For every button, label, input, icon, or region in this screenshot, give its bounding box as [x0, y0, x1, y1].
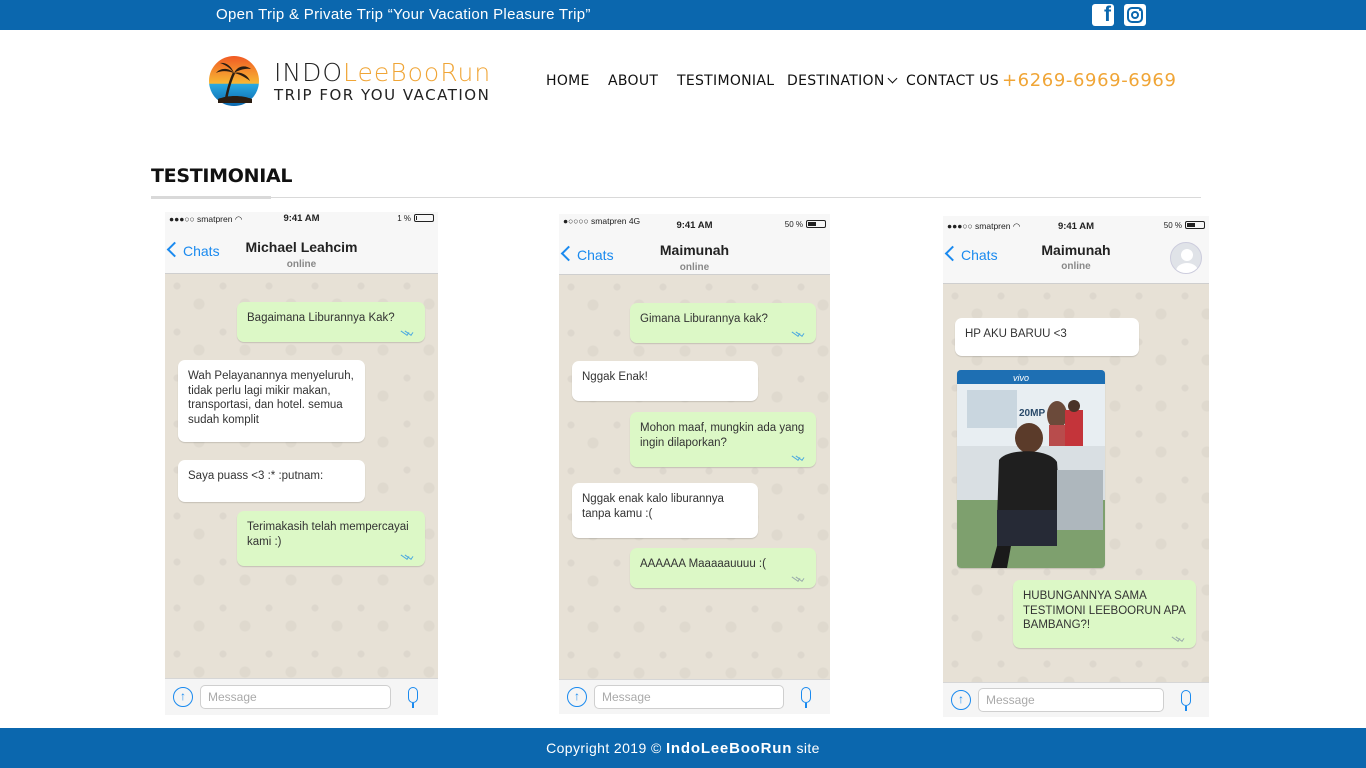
- brand-tagline: TRIP FOR YOU VACATION: [274, 86, 491, 104]
- facebook-icon[interactable]: f: [1092, 3, 1114, 26]
- message-text: HP AKU BARUU <3: [965, 328, 1067, 340]
- nav-home[interactable]: HOME: [546, 73, 590, 89]
- chat-bubble-outgoing: AAAAAA Maaaaauuuu :(: [630, 548, 816, 588]
- top-bar: Open Trip & Private Trip “Your Vacation …: [0, 0, 1366, 30]
- message-text: Bagaimana Liburannya Kak?: [247, 312, 395, 324]
- contact-status: online: [286, 259, 317, 270]
- message-text: HUBUNGANNYA SAMA TESTIMONI LEEBOORUN APA…: [1023, 590, 1186, 631]
- microphone-icon[interactable]: [801, 687, 811, 708]
- message-text: Wah Pelayanannya menyeluruh, tidak perlu…: [188, 370, 354, 426]
- battery-icon: [1185, 221, 1205, 229]
- copyright-suffix: site: [792, 740, 820, 756]
- chat-bubble-incoming: Nggak enak kalo liburannya tanpa kamu :(: [572, 483, 758, 538]
- chevron-down-icon: [887, 73, 898, 84]
- message-input-bar: ↑ Message: [165, 678, 438, 715]
- photo-sign-brand: vivo: [1013, 373, 1029, 383]
- message-text: Terimakasih telah mempercayai kami :): [247, 521, 409, 548]
- battery-level-fill: [1187, 223, 1195, 227]
- status-bar: ●○○○○ smatpren 4G 9:41 AM 50 %: [559, 214, 830, 231]
- palm-sunset-logo-icon[interactable]: [208, 55, 260, 107]
- battery-icon: [806, 220, 826, 228]
- message-input-bar: ↑ Message: [943, 682, 1209, 717]
- chat-bubble-incoming: Wah Pelayanannya menyeluruh, tidak perlu…: [178, 360, 365, 442]
- message-input[interactable]: Message: [978, 688, 1164, 712]
- chat-area: Bagaimana Liburannya Kak? Wah Pelayanann…: [165, 274, 438, 678]
- read-tick-icon: [792, 454, 806, 462]
- read-tick-icon: [401, 329, 415, 337]
- nav-destination-label: DESTINATION: [787, 73, 885, 89]
- delivered-tick-icon: [792, 575, 806, 583]
- section-divider-accent: [151, 196, 271, 199]
- testimonial-phone-2: ●○○○○ smatpren 4G 9:41 AM 50 % Chats Mai…: [559, 214, 830, 714]
- battery-percent: 1 %: [397, 214, 411, 223]
- battery-indicator: 50 %: [1164, 221, 1205, 230]
- message-text: Gimana Liburannya kak?: [640, 313, 768, 325]
- photo-sign-text: 20MP: [1019, 408, 1045, 419]
- microphone-icon[interactable]: [1181, 690, 1191, 711]
- testimonial-phone-3: ●●●○○ smatpren ◠ 9:41 AM 50 % Chats Maim…: [943, 216, 1209, 717]
- tagline: Open Trip & Private Trip “Your Vacation …: [216, 6, 591, 23]
- copyright-text: Copyright 2019 © IndoLeeBooRun site: [0, 740, 1366, 757]
- contact-name: Maimunah: [659, 242, 730, 258]
- message-input[interactable]: Message: [200, 685, 391, 709]
- nav-about[interactable]: ABOUT: [608, 73, 658, 89]
- nav-testimonial[interactable]: TESTIMONIAL: [677, 73, 774, 89]
- copyright-prefix: Copyright 2019 ©: [546, 740, 666, 756]
- message-text: AAAAAA Maaaaauuuu :(: [640, 558, 766, 570]
- chat-bubble-outgoing: Mohon maaf, mungkin ada yang ingin dilap…: [630, 412, 816, 467]
- nav-destination[interactable]: DESTINATION: [787, 73, 898, 89]
- chat-bubble-outgoing: Terimakasih telah mempercayai kami :): [237, 511, 425, 566]
- contact-avatar[interactable]: [1170, 242, 1202, 274]
- message-text: Mohon maaf, mungkin ada yang ingin dilap…: [640, 422, 805, 449]
- delivered-tick-icon: [1172, 635, 1186, 643]
- phone-number[interactable]: +6269-6969-6969: [1002, 70, 1177, 91]
- upload-arrow-icon[interactable]: ↑: [173, 687, 193, 707]
- brand-name-part2: LeeBooRun: [343, 58, 492, 87]
- battery-icon: [414, 214, 434, 222]
- battery-percent: 50 %: [1163, 221, 1182, 230]
- contact-status: online: [1061, 261, 1091, 272]
- chat-bubble-incoming: Nggak Enak!: [572, 361, 758, 401]
- battery-percent: 50 %: [784, 220, 803, 229]
- brand-name[interactable]: INDOLeeBooRun: [274, 58, 491, 87]
- read-tick-icon: [401, 553, 415, 561]
- microphone-icon[interactable]: [408, 687, 418, 708]
- upload-arrow-icon[interactable]: ↑: [951, 690, 971, 710]
- status-bar: ●●●○○ smatpren ◠ 9:41 AM 50 %: [943, 216, 1209, 232]
- chat-bubble-outgoing: Bagaimana Liburannya Kak?: [237, 302, 425, 342]
- battery-indicator: 50 %: [785, 220, 826, 229]
- footer-brand: IndoLeeBooRun: [665, 740, 793, 757]
- battery-level-fill: [416, 216, 417, 220]
- photo-image: vivo 20MP: [957, 370, 1105, 568]
- chat-bubble-outgoing: Gimana Liburannya kak?: [630, 303, 816, 343]
- chat-bubble-outgoing: HUBUNGANNYA SAMA TESTIMONI LEEBOORUN APA…: [1013, 580, 1196, 648]
- contact-name: Michael Leahcim: [245, 239, 358, 255]
- chat-bubble-incoming: HP AKU BARUU <3: [955, 318, 1139, 356]
- chat-photo-message[interactable]: vivo 20MP: [957, 370, 1105, 568]
- message-input[interactable]: Message: [594, 685, 784, 709]
- contact-status: online: [679, 262, 710, 273]
- section-divider: [151, 197, 1201, 198]
- message-text: Nggak Enak!: [582, 371, 648, 383]
- message-text: Saya puass <3 :* :putnam:: [188, 470, 324, 482]
- chat-area: HP AKU BARUU <3 vivo 20MP HUBUNGANNYA SA…: [943, 284, 1209, 682]
- chat-area: Gimana Liburannya kak? Nggak Enak! Mohon…: [559, 275, 830, 679]
- page-title: TESTIMONIAL: [151, 165, 293, 187]
- chat-header: Chats Maimunah online: [559, 232, 830, 275]
- message-text: Nggak enak kalo liburannya tanpa kamu :(: [582, 493, 724, 520]
- battery-level-fill: [808, 222, 816, 226]
- testimonial-phone-1: ●●●○○ smatpren ◠ 9:41 AM 1 % Chats Micha…: [165, 212, 438, 715]
- nav-contact-us[interactable]: CONTACT US: [906, 73, 999, 89]
- battery-indicator: 1 %: [397, 214, 434, 223]
- upload-arrow-icon[interactable]: ↑: [567, 687, 587, 707]
- brand-name-part1: INDO: [274, 58, 344, 87]
- read-tick-icon: [792, 330, 806, 338]
- chat-header: Chats Michael Leahcim online: [165, 226, 438, 274]
- chat-bubble-incoming: Saya puass <3 :* :putnam:: [178, 460, 365, 502]
- instagram-icon[interactable]: [1124, 4, 1146, 26]
- site-footer: Copyright 2019 © IndoLeeBooRun site: [0, 728, 1366, 768]
- status-bar: ●●●○○ smatpren ◠ 9:41 AM 1 %: [165, 212, 438, 226]
- message-input-bar: ↑ Message: [559, 679, 830, 714]
